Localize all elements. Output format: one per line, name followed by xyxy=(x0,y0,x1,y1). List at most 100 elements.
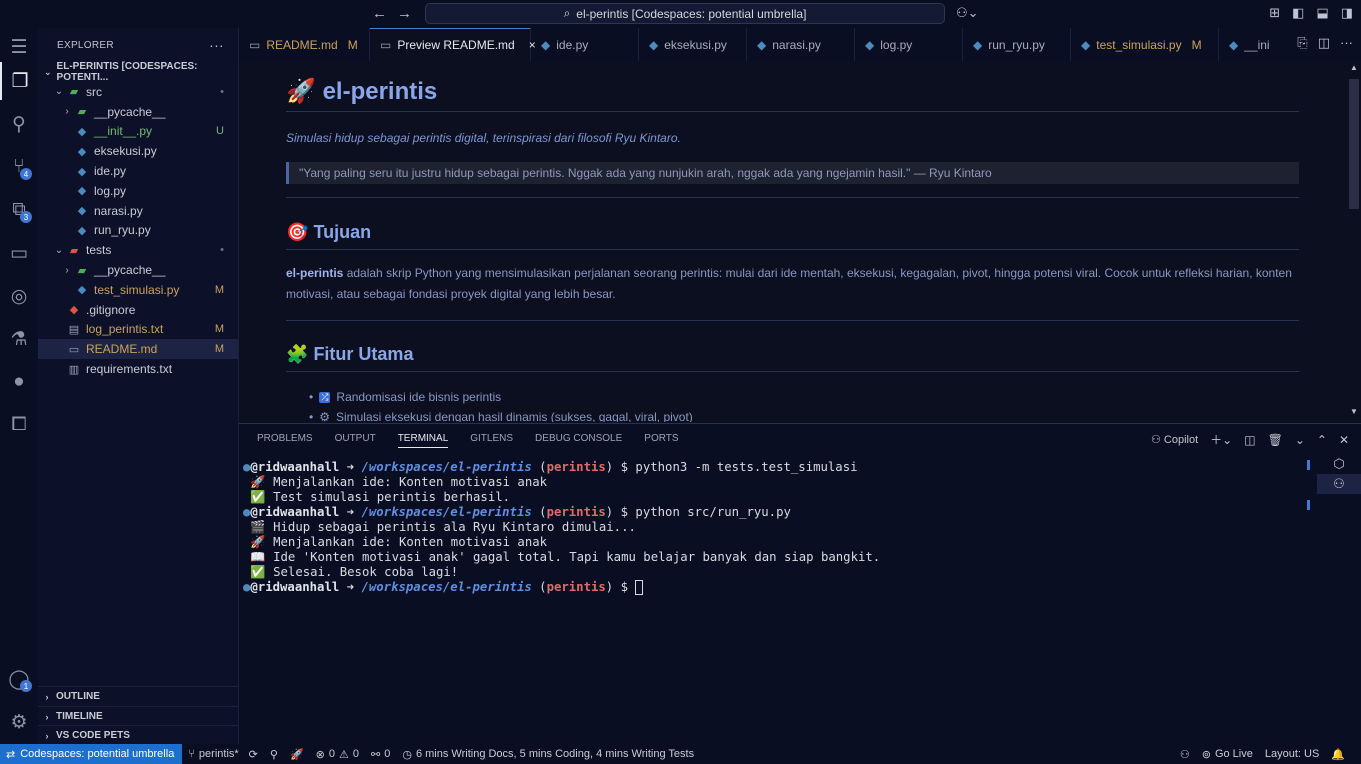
command-center-label: el-perintis [Codespaces: potential umbre… xyxy=(576,6,807,21)
settings-gear-icon[interactable]: ⚙ xyxy=(0,703,38,741)
scrollbar-thumb[interactable] xyxy=(1349,79,1359,209)
scroll-up-icon[interactable]: ▲ xyxy=(1350,63,1358,72)
new-terminal-icon[interactable]: ＋⌄ xyxy=(1210,431,1232,448)
go-live-button[interactable]: ⊚ Go Live xyxy=(1196,748,1259,761)
tree-file-gitignore[interactable]: ◆ .gitignore xyxy=(38,300,238,320)
prompt-branch: perintis xyxy=(546,460,606,474)
tree-item-label: __pycache__ xyxy=(94,104,166,119)
toggle-panel-icon[interactable]: ⬓ xyxy=(1316,5,1328,21)
forward-arrow-icon[interactable]: → xyxy=(397,5,412,22)
more-actions-icon[interactable]: ··· xyxy=(1340,35,1353,51)
split-editor-icon[interactable]: ◫ xyxy=(1318,35,1330,51)
chevron-right-icon: › xyxy=(65,106,69,118)
wakatime-indicator[interactable]: ◷ 6 mins Writing Docs, 5 mins Coding, 4 m… xyxy=(396,748,700,761)
accounts-icon[interactable]: ◯ 1 xyxy=(0,660,38,698)
split-terminal-icon[interactable]: ◫ xyxy=(1244,433,1255,447)
launchpad-icon[interactable]: 🚀 xyxy=(284,748,310,761)
terminal-scrollbar[interactable] xyxy=(1307,460,1311,590)
folder-icon: ▰ xyxy=(69,86,79,99)
tree-file-eksekusi[interactable]: ◆ eksekusi.py xyxy=(38,141,238,161)
workspace-root-label: EL-PERINTIS [CODESPACES: POTENTI... xyxy=(56,61,198,83)
customize-layout-icon[interactable]: ⊞ xyxy=(1269,5,1280,21)
pets-icon[interactable]: ⧠ xyxy=(0,406,38,444)
copilot-menu-icon[interactable]: ⚇⌄ xyxy=(956,5,979,21)
tab-preview-readme[interactable]: ▭ Preview README.md × xyxy=(370,28,536,61)
tab-narasi[interactable]: ◆ narasi.py xyxy=(747,28,855,61)
timeline-section[interactable]: › TIMELINE xyxy=(38,706,239,726)
error-icon: ⊗ xyxy=(315,748,325,761)
vscode-pets-section[interactable]: › VS CODE PETS xyxy=(38,725,239,745)
trash-icon[interactable]: 🗑 xyxy=(1268,433,1283,447)
explorer-icon[interactable]: ❐ xyxy=(0,62,38,100)
ports-indicator[interactable]: ⚯ 0 xyxy=(365,748,396,761)
maximize-panel-icon[interactable]: ⌃ xyxy=(1317,433,1327,447)
menu-icon[interactable]: ☰ xyxy=(0,28,38,66)
gitlens-icon[interactable]: ◎ xyxy=(0,277,38,315)
toggle-sidebar-icon[interactable]: ◧ xyxy=(1292,5,1304,21)
tab-ports[interactable]: PORTS xyxy=(644,433,678,448)
tree-folder-src[interactable]: ⌄ ▰ src • xyxy=(38,82,238,102)
tree-file-run-ryu[interactable]: ◆ run_ryu.py xyxy=(38,221,238,241)
search-icon[interactable]: ⚲ xyxy=(0,105,38,143)
github-icon[interactable]: ● xyxy=(0,363,38,401)
tab-eksekusi[interactable]: ◆ eksekusi.py xyxy=(639,28,747,61)
tab-readme[interactable]: ▭ README.md M xyxy=(239,28,370,61)
notifications-icon[interactable]: 🔔 xyxy=(1325,748,1351,761)
tab-gitlens[interactable]: GITLENS xyxy=(470,433,513,448)
tab-label: log.py xyxy=(880,37,913,52)
keyboard-layout[interactable]: Layout: US xyxy=(1259,748,1325,760)
tab-problems[interactable]: PROBLEMS xyxy=(257,433,313,448)
problems-indicator[interactable]: ⊗ 0 ⚠ 0 xyxy=(310,748,365,761)
command-center[interactable]: ⌕ el-perintis [Codespaces: potential umb… xyxy=(425,3,945,24)
tab-run-ryu[interactable]: ◆ run_ryu.py xyxy=(963,28,1071,61)
source-control-icon[interactable]: ⑂ 4 xyxy=(0,148,38,186)
back-arrow-icon[interactable]: ← xyxy=(372,5,387,22)
tree-file-init[interactable]: ◆ __init__.py U xyxy=(38,122,238,142)
terminal-instance-icon[interactable]: ⬡ xyxy=(1317,454,1361,474)
tree-folder-pycache[interactable]: › ▰ __pycache__ xyxy=(38,102,238,122)
markdown-preview: 🚀 el-perintis Simulasi hidup sebagai per… xyxy=(239,61,1347,422)
sync-icon[interactable]: ⟳ xyxy=(249,748,258,761)
copilot-terminal-button[interactable]: ⚇ Copilot xyxy=(1151,433,1198,446)
target-icon: 🎯 xyxy=(286,222,309,242)
more-actions-icon[interactable]: ··· xyxy=(209,37,224,53)
tree-file-requirements[interactable]: ▥ requirements.txt xyxy=(38,359,238,379)
extensions-icon[interactable]: ⧉ 3 xyxy=(0,191,38,229)
branch-indicator[interactable]: ⑂ perintis* ⟳ xyxy=(182,748,264,761)
tree-folder-pycache[interactable]: › ▰ __pycache__ xyxy=(38,260,238,280)
tab-ide[interactable]: ◆ ide.py xyxy=(531,28,639,61)
prompt-arrow: ➜ xyxy=(339,505,362,519)
copilot-terminal-icon[interactable]: ⚇ xyxy=(1317,474,1361,494)
preview-scrollbar[interactable]: ▲ ▼ xyxy=(1347,61,1361,422)
tree-folder-tests[interactable]: ⌄ ▰ tests • xyxy=(38,240,238,260)
workspace-root[interactable]: ⌄ EL-PERINTIS [CODESPACES: POTENTI... xyxy=(38,61,238,83)
terminal-output-line: ✅ Test simulasi perintis berhasil. xyxy=(250,490,511,504)
tree-file-log-perintis[interactable]: ▤ log_perintis.txt M xyxy=(38,320,238,340)
terminal-list: ⬡ ⚇ xyxy=(1317,454,1361,494)
more-actions-icon[interactable]: ⌄ xyxy=(1295,433,1305,447)
open-source-icon[interactable]: ⎘ xyxy=(1297,35,1307,51)
extensions-badge: 3 xyxy=(20,211,32,223)
tree-file-narasi[interactable]: ◆ narasi.py xyxy=(38,201,238,221)
tree-file-ide[interactable]: ◆ ide.py xyxy=(38,161,238,181)
toggle-secondary-sidebar-icon[interactable]: ◨ xyxy=(1341,5,1353,21)
terminal-output[interactable]: ●@ridwaanhall ➜ /workspaces/el-perintis … xyxy=(243,460,1303,595)
scroll-down-icon[interactable]: ▼ xyxy=(1350,407,1358,416)
tab-init[interactable]: ◆ __ini xyxy=(1219,28,1271,61)
gitlens-status-icon[interactable]: ⚲ xyxy=(264,748,284,761)
remote-explorer-icon[interactable]: ▭ xyxy=(0,234,38,272)
tab-debug-console[interactable]: DEBUG CONSOLE xyxy=(535,433,622,448)
outline-section[interactable]: › OUTLINE xyxy=(38,686,239,706)
remote-indicator[interactable]: ⇄ Codespaces: potential umbrella xyxy=(0,744,183,764)
tab-test-simulasi[interactable]: ◆ test_simulasi.py M xyxy=(1071,28,1219,61)
tab-output[interactable]: OUTPUT xyxy=(335,433,376,448)
tree-file-readme[interactable]: ▭ README.md M xyxy=(38,339,238,360)
tree-file-log[interactable]: ◆ log.py xyxy=(38,181,238,201)
tree-file-test-simulasi[interactable]: ◆ test_simulasi.py M xyxy=(38,280,238,300)
tab-terminal[interactable]: TERMINAL xyxy=(397,433,449,448)
close-panel-icon[interactable]: ✕ xyxy=(1339,433,1349,447)
testing-icon[interactable]: ⚗ xyxy=(0,320,38,358)
tab-log[interactable]: ◆ log.py xyxy=(855,28,963,61)
prompt-user: @ridwaanhall xyxy=(250,580,340,594)
copilot-status-icon[interactable]: ⚇ xyxy=(1174,748,1196,761)
